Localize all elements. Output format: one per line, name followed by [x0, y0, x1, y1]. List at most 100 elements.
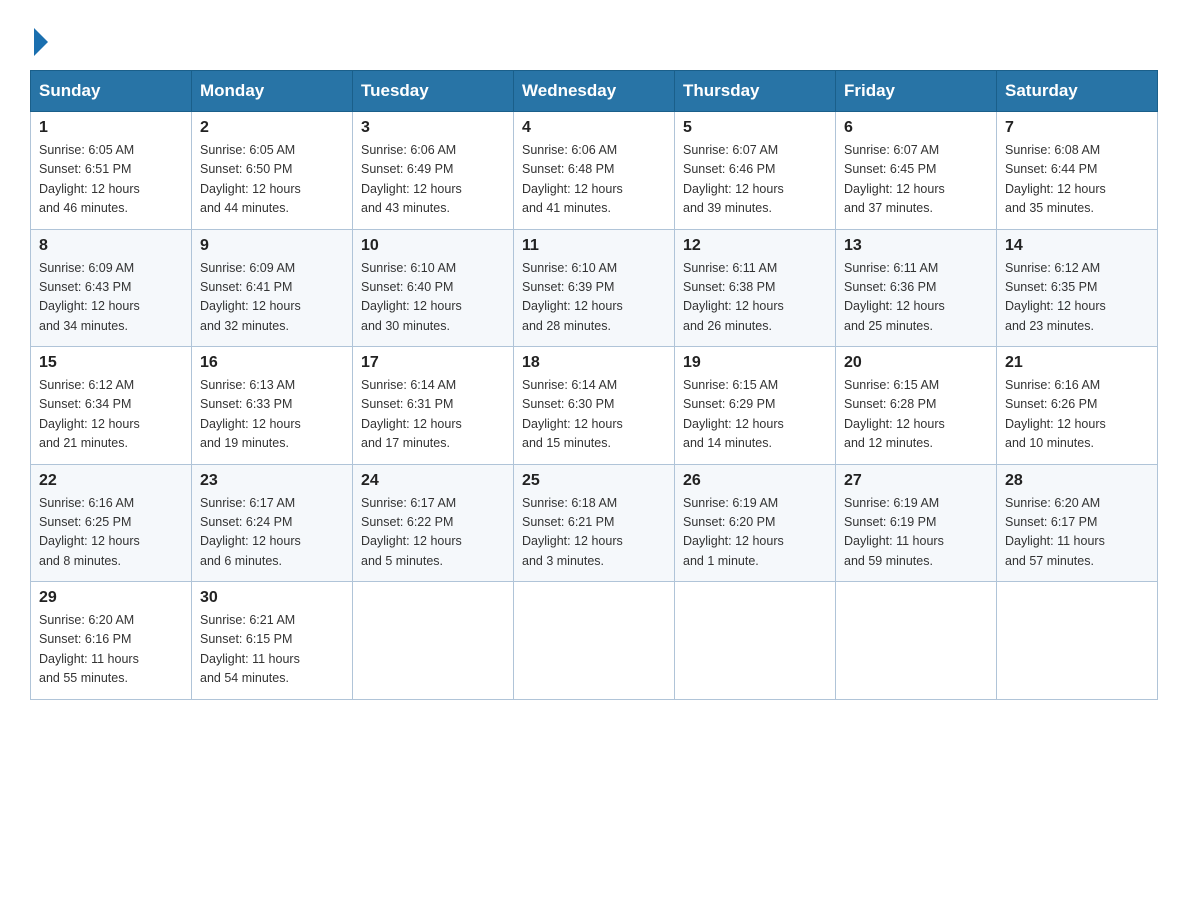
day-number: 14 [1005, 237, 1149, 255]
calendar-cell: 26 Sunrise: 6:19 AMSunset: 6:20 PMDayligh… [675, 464, 836, 582]
header-saturday: Saturday [997, 71, 1158, 112]
day-detail: Sunrise: 6:18 AMSunset: 6:21 PMDaylight:… [522, 494, 666, 572]
calendar-cell: 5 Sunrise: 6:07 AMSunset: 6:46 PMDaylight… [675, 112, 836, 230]
day-detail: Sunrise: 6:07 AMSunset: 6:46 PMDaylight:… [683, 141, 827, 219]
day-detail: Sunrise: 6:15 AMSunset: 6:28 PMDaylight:… [844, 376, 988, 454]
day-number: 6 [844, 119, 988, 137]
calendar-cell: 13Sunrise: 6:11 AMSunset: 6:36 PMDayligh… [836, 229, 997, 347]
day-detail: Sunrise: 6:15 AMSunset: 6:29 PMDaylight:… [683, 376, 827, 454]
day-number: 24 [361, 472, 505, 490]
calendar-table: SundayMondayTuesdayWednesdayThursdayFrid… [30, 70, 1158, 700]
logo-triangle-icon [34, 28, 48, 56]
day-number: 29 [39, 589, 183, 607]
day-number: 26 [683, 472, 827, 490]
calendar-cell: 27Sunrise: 6:19 AMSunset: 6:19 PMDayligh… [836, 464, 997, 582]
day-detail: Sunrise: 6:06 AMSunset: 6:48 PMDaylight:… [522, 141, 666, 219]
day-number: 8 [39, 237, 183, 255]
calendar-cell [675, 582, 836, 700]
calendar-cell: 30 Sunrise: 6:21 AMSunset: 6:15 PMDayligh… [192, 582, 353, 700]
calendar-cell: 10 Sunrise: 6:10 AMSunset: 6:40 PMDayligh… [353, 229, 514, 347]
day-detail: Sunrise: 6:16 AMSunset: 6:25 PMDaylight:… [39, 494, 183, 572]
calendar-cell: 21 Sunrise: 6:16 AMSunset: 6:26 PMDayligh… [997, 347, 1158, 465]
day-number: 7 [1005, 119, 1149, 137]
day-number: 21 [1005, 354, 1149, 372]
calendar-cell [997, 582, 1158, 700]
calendar-cell: 2 Sunrise: 6:05 AMSunset: 6:50 PMDaylight… [192, 112, 353, 230]
day-number: 17 [361, 354, 505, 372]
calendar-cell: 24 Sunrise: 6:17 AMSunset: 6:22 PMDayligh… [353, 464, 514, 582]
day-detail: Sunrise: 6:19 AMSunset: 6:20 PMDaylight:… [683, 494, 827, 572]
day-number: 30 [200, 589, 344, 607]
day-detail: Sunrise: 6:12 AMSunset: 6:35 PMDaylight:… [1005, 259, 1149, 337]
day-number: 22 [39, 472, 183, 490]
day-number: 28 [1005, 472, 1149, 490]
day-detail: Sunrise: 6:09 AMSunset: 6:43 PMDaylight:… [39, 259, 183, 337]
day-detail: Sunrise: 6:09 AMSunset: 6:41 PMDaylight:… [200, 259, 344, 337]
calendar-cell: 6 Sunrise: 6:07 AMSunset: 6:45 PMDaylight… [836, 112, 997, 230]
day-detail: Sunrise: 6:11 AMSunset: 6:38 PMDaylight:… [683, 259, 827, 337]
day-detail: Sunrise: 6:14 AMSunset: 6:31 PMDaylight:… [361, 376, 505, 454]
calendar-cell: 28 Sunrise: 6:20 AMSunset: 6:17 PMDayligh… [997, 464, 1158, 582]
day-detail: Sunrise: 6:05 AMSunset: 6:50 PMDaylight:… [200, 141, 344, 219]
calendar-cell: 11 Sunrise: 6:10 AMSunset: 6:39 PMDayligh… [514, 229, 675, 347]
calendar-cell: 17 Sunrise: 6:14 AMSunset: 6:31 PMDayligh… [353, 347, 514, 465]
day-number: 1 [39, 119, 183, 137]
day-number: 15 [39, 354, 183, 372]
calendar-cell: 1 Sunrise: 6:05 AMSunset: 6:51 PMDaylight… [31, 112, 192, 230]
calendar-cell: 7 Sunrise: 6:08 AMSunset: 6:44 PMDaylight… [997, 112, 1158, 230]
header-monday: Monday [192, 71, 353, 112]
calendar-week-2: 8 Sunrise: 6:09 AMSunset: 6:43 PMDaylight… [31, 229, 1158, 347]
day-detail: Sunrise: 6:17 AMSunset: 6:22 PMDaylight:… [361, 494, 505, 572]
calendar-cell: 15 Sunrise: 6:12 AMSunset: 6:34 PMDayligh… [31, 347, 192, 465]
calendar-cell: 14 Sunrise: 6:12 AMSunset: 6:35 PMDayligh… [997, 229, 1158, 347]
header-thursday: Thursday [675, 71, 836, 112]
day-number: 3 [361, 119, 505, 137]
day-number: 23 [200, 472, 344, 490]
calendar-cell: 23 Sunrise: 6:17 AMSunset: 6:24 PMDayligh… [192, 464, 353, 582]
calendar-cell: 22 Sunrise: 6:16 AMSunset: 6:25 PMDayligh… [31, 464, 192, 582]
day-detail: Sunrise: 6:12 AMSunset: 6:34 PMDaylight:… [39, 376, 183, 454]
day-detail: Sunrise: 6:08 AMSunset: 6:44 PMDaylight:… [1005, 141, 1149, 219]
day-number: 9 [200, 237, 344, 255]
logo [30, 26, 48, 52]
day-number: 20 [844, 354, 988, 372]
calendar-cell [836, 582, 997, 700]
header-sunday: Sunday [31, 71, 192, 112]
day-detail: Sunrise: 6:20 AMSunset: 6:16 PMDaylight:… [39, 611, 183, 689]
day-detail: Sunrise: 6:11 AMSunset: 6:36 PMDaylight:… [844, 259, 988, 337]
calendar-cell: 18 Sunrise: 6:14 AMSunset: 6:30 PMDayligh… [514, 347, 675, 465]
day-detail: Sunrise: 6:16 AMSunset: 6:26 PMDaylight:… [1005, 376, 1149, 454]
day-detail: Sunrise: 6:17 AMSunset: 6:24 PMDaylight:… [200, 494, 344, 572]
calendar-cell: 16Sunrise: 6:13 AMSunset: 6:33 PMDayligh… [192, 347, 353, 465]
day-number: 2 [200, 119, 344, 137]
day-number: 27 [844, 472, 988, 490]
calendar-cell: 19 Sunrise: 6:15 AMSunset: 6:29 PMDayligh… [675, 347, 836, 465]
day-number: 11 [522, 237, 666, 255]
day-number: 10 [361, 237, 505, 255]
day-detail: Sunrise: 6:10 AMSunset: 6:40 PMDaylight:… [361, 259, 505, 337]
calendar-cell: 29 Sunrise: 6:20 AMSunset: 6:16 PMDayligh… [31, 582, 192, 700]
calendar-week-5: 29 Sunrise: 6:20 AMSunset: 6:16 PMDayligh… [31, 582, 1158, 700]
calendar-cell: 20 Sunrise: 6:15 AMSunset: 6:28 PMDayligh… [836, 347, 997, 465]
day-detail: Sunrise: 6:10 AMSunset: 6:39 PMDaylight:… [522, 259, 666, 337]
day-number: 5 [683, 119, 827, 137]
calendar-cell [514, 582, 675, 700]
calendar-cell [353, 582, 514, 700]
day-number: 19 [683, 354, 827, 372]
calendar-cell: 3Sunrise: 6:06 AMSunset: 6:49 PMDaylight… [353, 112, 514, 230]
day-detail: Sunrise: 6:05 AMSunset: 6:51 PMDaylight:… [39, 141, 183, 219]
day-number: 18 [522, 354, 666, 372]
day-detail: Sunrise: 6:14 AMSunset: 6:30 PMDaylight:… [522, 376, 666, 454]
day-detail: Sunrise: 6:13 AMSunset: 6:33 PMDaylight:… [200, 376, 344, 454]
header-wednesday: Wednesday [514, 71, 675, 112]
calendar-week-1: 1 Sunrise: 6:05 AMSunset: 6:51 PMDaylight… [31, 112, 1158, 230]
calendar-cell: 9 Sunrise: 6:09 AMSunset: 6:41 PMDaylight… [192, 229, 353, 347]
day-detail: Sunrise: 6:20 AMSunset: 6:17 PMDaylight:… [1005, 494, 1149, 572]
day-detail: Sunrise: 6:07 AMSunset: 6:45 PMDaylight:… [844, 141, 988, 219]
page-header [30, 20, 1158, 52]
header-friday: Friday [836, 71, 997, 112]
calendar-header-row: SundayMondayTuesdayWednesdayThursdayFrid… [31, 71, 1158, 112]
calendar-cell: 12 Sunrise: 6:11 AMSunset: 6:38 PMDayligh… [675, 229, 836, 347]
day-number: 12 [683, 237, 827, 255]
day-detail: Sunrise: 6:21 AMSunset: 6:15 PMDaylight:… [200, 611, 344, 689]
